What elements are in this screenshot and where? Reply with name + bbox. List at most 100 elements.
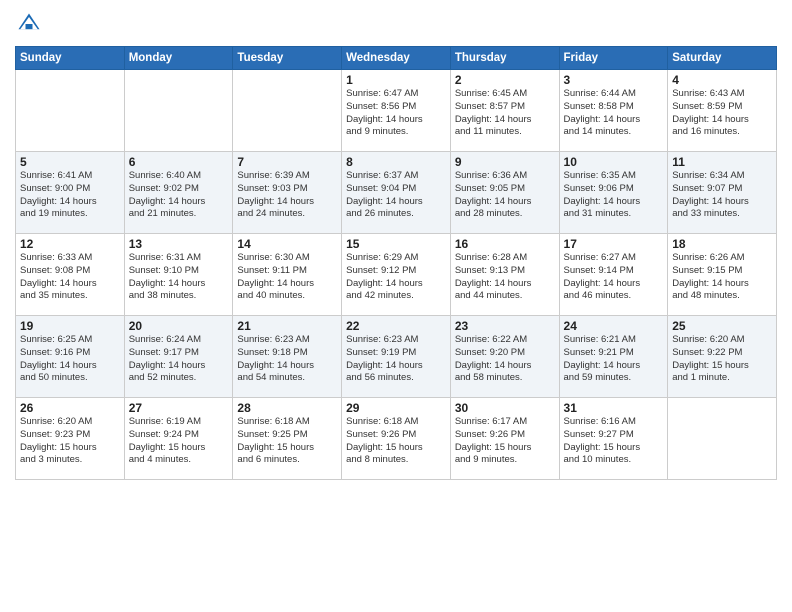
calendar-cell: 24Sunrise: 6:21 AM Sunset: 9:21 PM Dayli…	[559, 316, 668, 398]
day-info: Sunrise: 6:39 AM Sunset: 9:03 PM Dayligh…	[237, 170, 337, 221]
calendar-cell	[233, 70, 342, 152]
day-number: 5	[20, 155, 120, 169]
day-info: Sunrise: 6:16 AM Sunset: 9:27 PM Dayligh…	[564, 416, 664, 467]
day-info: Sunrise: 6:27 AM Sunset: 9:14 PM Dayligh…	[564, 252, 664, 303]
logo-icon	[15, 10, 43, 38]
day-number: 16	[455, 237, 555, 251]
day-number: 17	[564, 237, 664, 251]
calendar-cell: 12Sunrise: 6:33 AM Sunset: 9:08 PM Dayli…	[16, 234, 125, 316]
calendar-cell: 26Sunrise: 6:20 AM Sunset: 9:23 PM Dayli…	[16, 398, 125, 480]
day-of-week-header: Sunday	[16, 47, 125, 70]
calendar-week-row: 12Sunrise: 6:33 AM Sunset: 9:08 PM Dayli…	[16, 234, 777, 316]
calendar-cell: 23Sunrise: 6:22 AM Sunset: 9:20 PM Dayli…	[450, 316, 559, 398]
day-info: Sunrise: 6:40 AM Sunset: 9:02 PM Dayligh…	[129, 170, 229, 221]
day-number: 19	[20, 319, 120, 333]
day-number: 29	[346, 401, 446, 415]
day-info: Sunrise: 6:43 AM Sunset: 8:59 PM Dayligh…	[672, 88, 772, 139]
day-info: Sunrise: 6:21 AM Sunset: 9:21 PM Dayligh…	[564, 334, 664, 385]
day-number: 25	[672, 319, 772, 333]
day-info: Sunrise: 6:31 AM Sunset: 9:10 PM Dayligh…	[129, 252, 229, 303]
day-number: 23	[455, 319, 555, 333]
calendar-cell: 19Sunrise: 6:25 AM Sunset: 9:16 PM Dayli…	[16, 316, 125, 398]
calendar-cell: 8Sunrise: 6:37 AM Sunset: 9:04 PM Daylig…	[342, 152, 451, 234]
day-number: 6	[129, 155, 229, 169]
day-info: Sunrise: 6:18 AM Sunset: 9:26 PM Dayligh…	[346, 416, 446, 467]
day-number: 21	[237, 319, 337, 333]
calendar-cell: 2Sunrise: 6:45 AM Sunset: 8:57 PM Daylig…	[450, 70, 559, 152]
calendar-cell: 7Sunrise: 6:39 AM Sunset: 9:03 PM Daylig…	[233, 152, 342, 234]
calendar-week-row: 1Sunrise: 6:47 AM Sunset: 8:56 PM Daylig…	[16, 70, 777, 152]
header	[15, 10, 777, 38]
calendar-cell: 27Sunrise: 6:19 AM Sunset: 9:24 PM Dayli…	[124, 398, 233, 480]
day-info: Sunrise: 6:28 AM Sunset: 9:13 PM Dayligh…	[455, 252, 555, 303]
day-number: 15	[346, 237, 446, 251]
day-number: 27	[129, 401, 229, 415]
calendar-cell	[668, 398, 777, 480]
calendar-cell: 25Sunrise: 6:20 AM Sunset: 9:22 PM Dayli…	[668, 316, 777, 398]
day-number: 3	[564, 73, 664, 87]
day-info: Sunrise: 6:24 AM Sunset: 9:17 PM Dayligh…	[129, 334, 229, 385]
day-number: 8	[346, 155, 446, 169]
calendar-cell: 17Sunrise: 6:27 AM Sunset: 9:14 PM Dayli…	[559, 234, 668, 316]
calendar-week-row: 5Sunrise: 6:41 AM Sunset: 9:00 PM Daylig…	[16, 152, 777, 234]
calendar-cell: 11Sunrise: 6:34 AM Sunset: 9:07 PM Dayli…	[668, 152, 777, 234]
day-info: Sunrise: 6:44 AM Sunset: 8:58 PM Dayligh…	[564, 88, 664, 139]
calendar-cell: 9Sunrise: 6:36 AM Sunset: 9:05 PM Daylig…	[450, 152, 559, 234]
calendar-cell: 29Sunrise: 6:18 AM Sunset: 9:26 PM Dayli…	[342, 398, 451, 480]
calendar-cell: 31Sunrise: 6:16 AM Sunset: 9:27 PM Dayli…	[559, 398, 668, 480]
calendar-cell: 28Sunrise: 6:18 AM Sunset: 9:25 PM Dayli…	[233, 398, 342, 480]
day-info: Sunrise: 6:30 AM Sunset: 9:11 PM Dayligh…	[237, 252, 337, 303]
calendar-cell: 21Sunrise: 6:23 AM Sunset: 9:18 PM Dayli…	[233, 316, 342, 398]
day-number: 14	[237, 237, 337, 251]
calendar-cell: 4Sunrise: 6:43 AM Sunset: 8:59 PM Daylig…	[668, 70, 777, 152]
day-number: 30	[455, 401, 555, 415]
day-number: 4	[672, 73, 772, 87]
calendar-cell: 5Sunrise: 6:41 AM Sunset: 9:00 PM Daylig…	[16, 152, 125, 234]
day-number: 10	[564, 155, 664, 169]
day-info: Sunrise: 6:26 AM Sunset: 9:15 PM Dayligh…	[672, 252, 772, 303]
page: SundayMondayTuesdayWednesdayThursdayFrid…	[0, 0, 792, 612]
day-info: Sunrise: 6:18 AM Sunset: 9:25 PM Dayligh…	[237, 416, 337, 467]
day-number: 26	[20, 401, 120, 415]
day-of-week-header: Tuesday	[233, 47, 342, 70]
calendar-cell: 10Sunrise: 6:35 AM Sunset: 9:06 PM Dayli…	[559, 152, 668, 234]
day-number: 24	[564, 319, 664, 333]
calendar-cell: 20Sunrise: 6:24 AM Sunset: 9:17 PM Dayli…	[124, 316, 233, 398]
day-info: Sunrise: 6:19 AM Sunset: 9:24 PM Dayligh…	[129, 416, 229, 467]
calendar-cell: 30Sunrise: 6:17 AM Sunset: 9:26 PM Dayli…	[450, 398, 559, 480]
calendar-cell: 6Sunrise: 6:40 AM Sunset: 9:02 PM Daylig…	[124, 152, 233, 234]
day-number: 20	[129, 319, 229, 333]
day-number: 2	[455, 73, 555, 87]
day-info: Sunrise: 6:20 AM Sunset: 9:22 PM Dayligh…	[672, 334, 772, 385]
day-of-week-header: Thursday	[450, 47, 559, 70]
day-number: 7	[237, 155, 337, 169]
day-number: 28	[237, 401, 337, 415]
day-number: 22	[346, 319, 446, 333]
calendar-table: SundayMondayTuesdayWednesdayThursdayFrid…	[15, 46, 777, 480]
day-info: Sunrise: 6:25 AM Sunset: 9:16 PM Dayligh…	[20, 334, 120, 385]
day-of-week-header: Wednesday	[342, 47, 451, 70]
day-number: 9	[455, 155, 555, 169]
calendar-cell: 15Sunrise: 6:29 AM Sunset: 9:12 PM Dayli…	[342, 234, 451, 316]
day-info: Sunrise: 6:33 AM Sunset: 9:08 PM Dayligh…	[20, 252, 120, 303]
day-of-week-header: Friday	[559, 47, 668, 70]
day-info: Sunrise: 6:41 AM Sunset: 9:00 PM Dayligh…	[20, 170, 120, 221]
day-info: Sunrise: 6:22 AM Sunset: 9:20 PM Dayligh…	[455, 334, 555, 385]
calendar-cell: 1Sunrise: 6:47 AM Sunset: 8:56 PM Daylig…	[342, 70, 451, 152]
day-info: Sunrise: 6:29 AM Sunset: 9:12 PM Dayligh…	[346, 252, 446, 303]
day-of-week-header: Saturday	[668, 47, 777, 70]
day-info: Sunrise: 6:35 AM Sunset: 9:06 PM Dayligh…	[564, 170, 664, 221]
logo	[15, 10, 47, 38]
day-info: Sunrise: 6:36 AM Sunset: 9:05 PM Dayligh…	[455, 170, 555, 221]
calendar-cell: 3Sunrise: 6:44 AM Sunset: 8:58 PM Daylig…	[559, 70, 668, 152]
day-number: 1	[346, 73, 446, 87]
day-number: 12	[20, 237, 120, 251]
calendar-cell	[124, 70, 233, 152]
day-info: Sunrise: 6:37 AM Sunset: 9:04 PM Dayligh…	[346, 170, 446, 221]
calendar-cell: 16Sunrise: 6:28 AM Sunset: 9:13 PM Dayli…	[450, 234, 559, 316]
day-info: Sunrise: 6:34 AM Sunset: 9:07 PM Dayligh…	[672, 170, 772, 221]
day-info: Sunrise: 6:23 AM Sunset: 9:19 PM Dayligh…	[346, 334, 446, 385]
day-number: 18	[672, 237, 772, 251]
calendar-header-row: SundayMondayTuesdayWednesdayThursdayFrid…	[16, 47, 777, 70]
day-number: 31	[564, 401, 664, 415]
